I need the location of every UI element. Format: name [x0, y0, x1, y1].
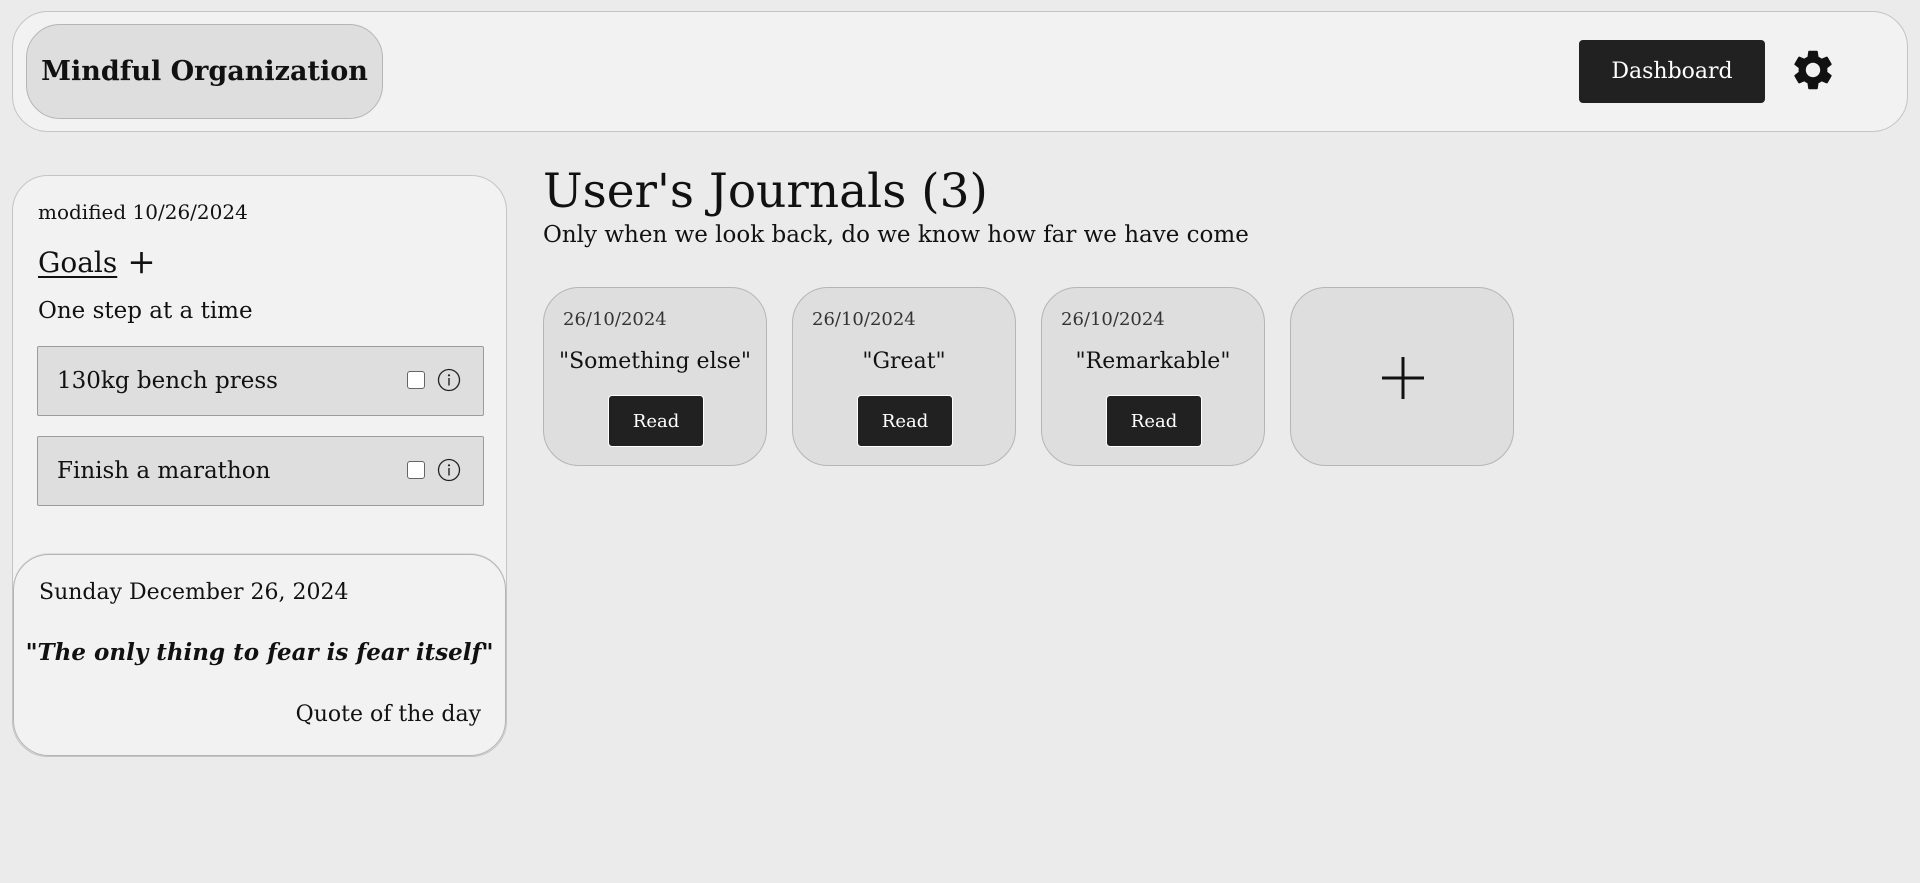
info-icon[interactable]: [437, 368, 461, 392]
journal-date: 26/10/2024: [1061, 309, 1165, 330]
journal-card: 26/10/2024 "Great" Read: [792, 287, 1016, 466]
quote-of-the-day-card: Sunday December 26, 2024 "The only thing…: [13, 554, 506, 756]
page-title: User's Journals (3): [543, 164, 988, 219]
read-button[interactable]: Read: [608, 395, 704, 447]
goals-header: Goals +: [38, 245, 156, 279]
quote-text: "The only thing to fear is fear itself": [25, 639, 494, 666]
goal-item: 130kg bench press: [37, 346, 484, 416]
page-subtitle: Only when we look back, do we know how f…: [543, 222, 1249, 248]
journal-card: 26/10/2024 "Something else" Read: [543, 287, 767, 466]
goals-panel: modified 10/26/2024 Goals + One step at …: [12, 175, 507, 757]
read-button[interactable]: Read: [857, 395, 953, 447]
modified-date: modified 10/26/2024: [38, 200, 248, 224]
top-navbar: Mindful Organization Dashboard: [12, 11, 1908, 132]
journal-title: "Remarkable": [1075, 349, 1231, 374]
brand-title[interactable]: Mindful Organization: [26, 24, 383, 119]
journal-date: 26/10/2024: [563, 309, 667, 330]
quote-date: Sunday December 26, 2024: [39, 580, 349, 605]
quote-label: Quote of the day: [295, 702, 481, 727]
journal-title: "Great": [862, 349, 946, 374]
journal-date: 26/10/2024: [812, 309, 916, 330]
add-goal-button[interactable]: +: [127, 245, 156, 279]
read-button[interactable]: Read: [1106, 395, 1202, 447]
journal-card: 26/10/2024 "Remarkable" Read: [1041, 287, 1265, 466]
goal-checkbox[interactable]: [407, 371, 425, 389]
goal-checkbox[interactable]: [407, 461, 425, 479]
goal-label: 130kg bench press: [57, 368, 278, 394]
gear-icon[interactable]: [1789, 46, 1837, 94]
plus-icon: [1382, 357, 1424, 399]
goal-label: Finish a marathon: [57, 458, 271, 484]
info-icon[interactable]: [437, 458, 461, 482]
dashboard-button[interactable]: Dashboard: [1579, 40, 1765, 103]
goal-item: Finish a marathon: [37, 436, 484, 506]
add-journal-button[interactable]: [1290, 287, 1514, 466]
journal-title: "Something else": [558, 349, 752, 374]
goals-title[interactable]: Goals: [38, 246, 117, 279]
goals-motto: One step at a time: [38, 298, 253, 324]
